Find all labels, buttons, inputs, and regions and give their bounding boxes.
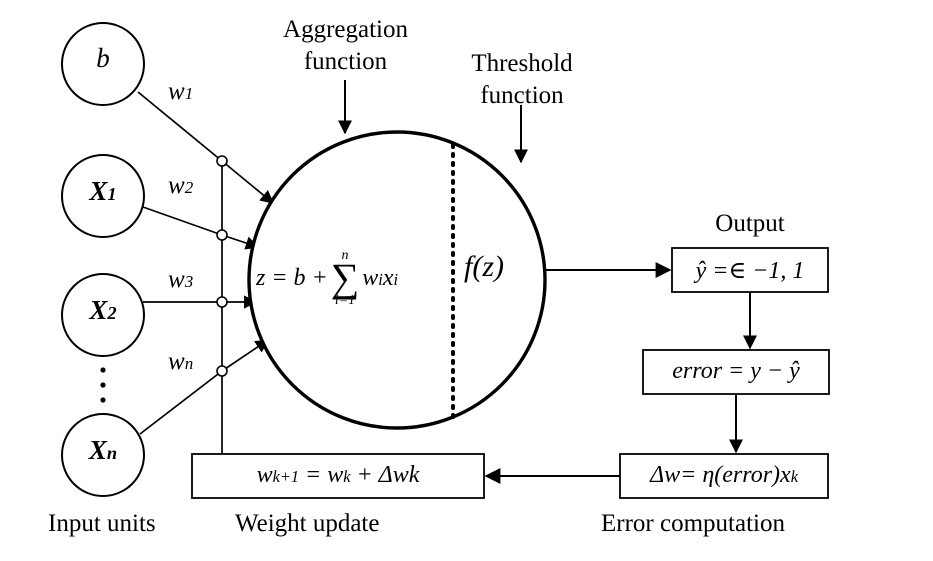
caption-weight-update: Weight update (235, 510, 380, 537)
weight-junction-w3 (216, 296, 228, 308)
edge-wn (139, 370, 223, 435)
weight-label-wn: wn (168, 348, 194, 375)
caption-input-units: Input units (48, 510, 156, 537)
delta-w-box-text: Δw= η(error)xk (650, 462, 798, 488)
aggregation-formula-terms: wixi (362, 265, 399, 291)
weight-junction-w1 (216, 155, 228, 167)
aggregation-label-line1: Aggregation (283, 16, 408, 43)
error-box-text: error = y − ŷ (672, 358, 800, 384)
edge-w1-arrow (221, 160, 275, 204)
perceptron-diagram: b X1 X2 Xn w1 w2 w3 wn Aggregation funct… (0, 0, 933, 561)
aggregation-function-label: Aggregation function (258, 14, 433, 78)
input-node-xn-label: Xn (88, 435, 118, 465)
threshold-label-line2: function (480, 81, 564, 109)
aggregation-label-line2: function (303, 47, 388, 75)
input-node-x2-label: X2 (89, 295, 117, 325)
caption-error-computation: Error computation (601, 510, 785, 537)
aggregation-formula-prefix: z = b + (256, 265, 328, 291)
weight-label-w1: w1 (168, 78, 194, 105)
edge-w2 (142, 206, 223, 236)
output-box-text: ŷ =∈ −1, 1 (695, 258, 805, 284)
input-node-bias-label: b (96, 43, 110, 73)
weight-junction-w2 (216, 229, 228, 241)
summation-icon: ∑ (330, 255, 360, 300)
input-node-x1-label: X1 (89, 176, 117, 206)
weight-label-w2: w2 (168, 172, 194, 199)
output-caption: Output (715, 210, 785, 237)
sum-lower-limit: i=1 (334, 293, 356, 308)
weight-label-w3: w3 (168, 266, 194, 293)
aggregation-formula: z = b + n ∑ i=1 wixi (256, 249, 398, 308)
edge-wn-arrow (221, 339, 270, 372)
vertical-ellipsis-icon (100, 367, 106, 403)
threshold-function-label: Threshold function (447, 48, 597, 112)
weight-junction-wn (216, 365, 228, 377)
weight-update-box-text: wk+1 = wk + Δwk (256, 462, 420, 488)
threshold-formula: f(z) (464, 250, 504, 283)
threshold-label-line1: Threshold (471, 50, 573, 77)
